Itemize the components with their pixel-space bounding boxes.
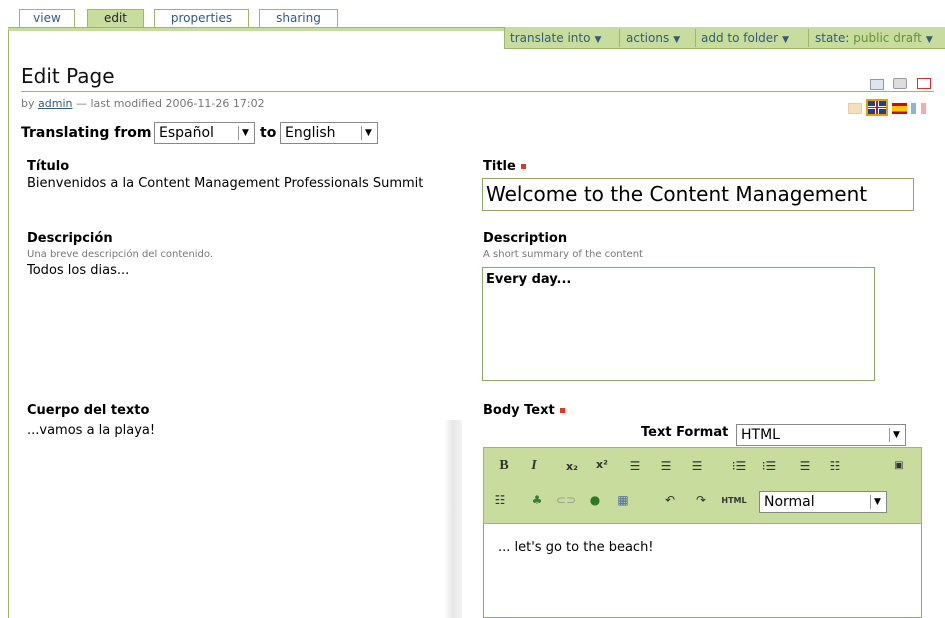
description-help: A short summary of the content xyxy=(483,249,643,260)
italic-button[interactable]: I xyxy=(525,457,543,475)
title-underline xyxy=(21,91,934,92)
tab-sharing[interactable]: sharing xyxy=(259,9,338,28)
anchor-icon[interactable]: ● xyxy=(586,491,604,509)
to-label: to xyxy=(260,125,277,141)
title-label: Title xyxy=(483,159,526,174)
align-center-icon[interactable]: ☰ xyxy=(657,457,675,475)
chevron-down-icon: ▼ xyxy=(673,35,681,45)
chevron-down-icon: ▼ xyxy=(238,126,252,140)
body-text-label: Body Text xyxy=(483,403,565,418)
title-label-text: Title xyxy=(483,159,516,174)
body-text-editor[interactable]: ... let's go to the beach! xyxy=(483,524,922,618)
divider xyxy=(695,29,696,47)
body-text-value: ... let's go to the beach! xyxy=(498,540,654,555)
body-text-label-text: Body Text xyxy=(483,403,555,418)
translate-into-label: translate into xyxy=(510,31,591,45)
definition-list-icon[interactable]: ☷ xyxy=(491,491,509,509)
required-icon xyxy=(559,408,565,413)
title-input[interactable]: Welcome to the Content Management xyxy=(482,178,914,211)
byline-prefix: by xyxy=(21,97,35,110)
add-to-folder-label: add to folder xyxy=(701,31,779,45)
superscript-button[interactable]: x² xyxy=(593,456,611,474)
add-to-folder-menu[interactable]: add to folder ▼ xyxy=(701,27,789,49)
author-link[interactable]: admin xyxy=(38,97,72,110)
from-language-value: Español xyxy=(159,125,214,141)
undo-icon[interactable]: ↶ xyxy=(661,491,679,509)
paragraph-style-select[interactable]: Normal ▼ xyxy=(759,491,887,513)
chevron-down-icon: ▼ xyxy=(594,35,602,45)
numbered-list-icon[interactable]: ⁝☰ xyxy=(730,457,748,475)
paragraph-style-value: Normal xyxy=(764,494,815,510)
source-scroll-shadow xyxy=(444,420,462,618)
title-input-value: Welcome to the Content Management xyxy=(486,182,868,206)
state-menu[interactable]: state: public draft ▼ xyxy=(815,27,933,49)
print-icon[interactable] xyxy=(893,78,907,89)
source-description-label: Descripción xyxy=(27,231,113,246)
description-value: Every day... xyxy=(486,272,572,287)
content-border xyxy=(8,30,9,618)
translating-from-label: Translating from xyxy=(21,125,152,141)
source-body-label: Cuerpo del texto xyxy=(27,403,150,418)
chevron-down-icon: ▼ xyxy=(361,126,375,140)
mail-icon[interactable] xyxy=(870,79,884,90)
flag-uk-icon[interactable] xyxy=(866,99,888,116)
source-title-value: Bienvenidos a la Content Management Prof… xyxy=(27,176,424,191)
translate-into-menu[interactable]: translate into ▼ xyxy=(510,27,601,49)
image-icon[interactable]: ♣ xyxy=(528,491,546,509)
flag-france-icon[interactable] xyxy=(911,103,926,114)
fullscreen-icon[interactable] xyxy=(917,78,931,89)
divider xyxy=(619,29,620,47)
toggle-fullscreen-icon[interactable]: ▣ xyxy=(890,457,908,475)
outdent-icon[interactable]: ☰ xyxy=(796,457,814,475)
to-language-value: English xyxy=(285,125,336,141)
flag-placeholder-icon[interactable] xyxy=(848,103,862,114)
bullet-list-icon[interactable]: ⁝☰ xyxy=(760,457,778,475)
indent-icon[interactable]: ☷ xyxy=(826,457,844,475)
text-format-select[interactable]: HTML ▼ xyxy=(736,424,906,446)
tab-properties[interactable]: properties xyxy=(154,9,249,28)
actions-menu[interactable]: actions ▼ xyxy=(626,27,680,49)
description-textarea[interactable]: Every day... xyxy=(482,267,875,381)
to-language-select[interactable]: English ▼ xyxy=(280,122,378,144)
state-value: public draft xyxy=(853,31,922,45)
align-right-icon[interactable]: ☰ xyxy=(688,457,706,475)
page-title: Edit Page xyxy=(21,64,115,88)
source-description-value: Todos los dias... xyxy=(27,263,130,278)
source-body-value: ...vamos a la playa! xyxy=(27,423,156,438)
subscript-button[interactable]: x₂ xyxy=(563,458,581,476)
text-format-label: Text Format xyxy=(641,425,729,440)
description-label: Description xyxy=(483,231,568,246)
html-source-button[interactable]: HTML xyxy=(721,492,747,510)
from-language-select[interactable]: Español ▼ xyxy=(154,122,255,144)
tab-view[interactable]: view xyxy=(19,9,75,28)
state-label: state: xyxy=(815,31,850,45)
chevron-down-icon: ▼ xyxy=(925,35,933,45)
byline: by admin — last modified 2006-11-26 17:0… xyxy=(21,97,265,110)
source-description-help: Una breve descripción del contenido. xyxy=(27,249,214,260)
chevron-down-icon: ▼ xyxy=(889,428,903,442)
last-modified: — last modified 2006-11-26 17:02 xyxy=(75,97,265,110)
redo-icon[interactable]: ↷ xyxy=(692,491,710,509)
required-icon xyxy=(520,164,526,169)
flag-spain-icon[interactable] xyxy=(892,103,907,114)
divider xyxy=(808,29,809,47)
tab-edit[interactable]: edit xyxy=(87,9,144,28)
table-icon[interactable]: ▦ xyxy=(614,491,632,509)
text-format-value: HTML xyxy=(741,427,780,443)
chevron-down-icon: ▼ xyxy=(870,495,884,509)
actions-label: actions xyxy=(626,31,670,45)
source-title-label: Título xyxy=(27,159,70,174)
bold-button[interactable]: B xyxy=(495,457,513,475)
link-icon[interactable]: ⊂⊃ xyxy=(556,491,576,509)
align-left-icon[interactable]: ☰ xyxy=(626,457,644,475)
chevron-down-icon: ▼ xyxy=(782,35,790,45)
